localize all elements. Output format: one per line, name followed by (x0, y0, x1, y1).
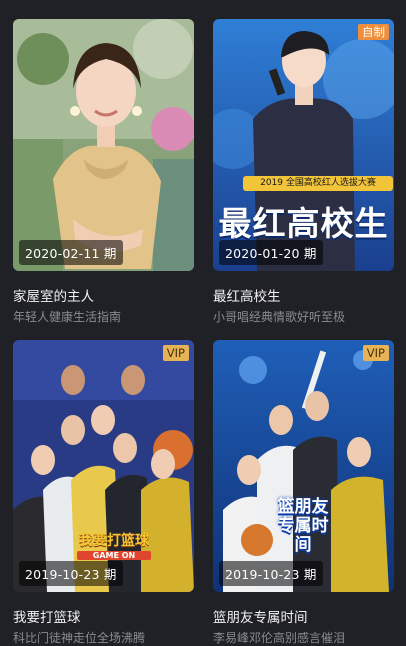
episode-date: 2020-02-11 期 (19, 240, 123, 265)
video-subtitle: 小哥唱经典情歌好听至极 (213, 310, 346, 324)
video-card[interactable]: 自制 2019 全国高校红人选拔大赛 最红高校生 2020-01-20 期 最红… (213, 19, 394, 324)
video-subtitle: 年轻人健康生活指南 (13, 310, 122, 324)
video-thumbnail[interactable]: 2020-02-11 期 (13, 19, 194, 271)
video-thumbnail[interactable]: VIP 篮朋友专属时间 2019-10-23 期 (213, 340, 394, 592)
episode-date: 2020-01-20 期 (219, 240, 323, 265)
badge-self-produced: 自制 (358, 24, 389, 40)
video-subtitle: 科比门徒神走位全场沸腾 (13, 631, 146, 645)
poster-logo-sub: GAME ON (77, 551, 151, 560)
episode-date: 2019-10-23 期 (219, 561, 323, 586)
video-title[interactable]: 篮朋友专属时间 (213, 606, 394, 626)
video-card[interactable]: VIP 篮朋友专属时间 2019-10-23 期 篮朋友专属时间 李易峰邓伦高别… (213, 340, 394, 645)
video-title[interactable]: 家屋室的主人 (13, 285, 194, 305)
poster-logo-title: 我要打篮球 (79, 533, 149, 549)
video-title[interactable]: 我要打篮球 (13, 606, 194, 626)
video-card[interactable]: 2020-02-11 期 家屋室的主人 年轻人健康生活指南 (13, 19, 194, 324)
poster-headline: 最红高校生 (218, 204, 389, 243)
poster-logo: 篮朋友专属时间 (277, 497, 329, 555)
video-thumbnail[interactable]: 自制 2019 全国高校红人选拔大赛 最红高校生 2020-01-20 期 (213, 19, 394, 271)
thumbnail-image (13, 19, 194, 271)
poster-logo: 我要打篮球 GAME ON (77, 530, 151, 560)
video-thumbnail[interactable]: VIP 我要打篮球 GAME ON 2019-10-23 期 (13, 340, 194, 592)
poster-banner: 2019 全国高校红人选拔大赛 (243, 176, 393, 191)
episode-date: 2019-10-23 期 (19, 561, 123, 586)
video-subtitle: 李易峰邓伦高别感言催泪 (213, 631, 346, 645)
badge-vip: VIP (362, 345, 389, 361)
badge-vip: VIP (162, 345, 189, 361)
video-grid: 2020-02-11 期 家屋室的主人 年轻人健康生活指南 自制 2019 全国… (0, 0, 406, 645)
video-card[interactable]: VIP 我要打篮球 GAME ON 2019-10-23 期 我要打篮球 科比门… (13, 340, 194, 645)
video-title[interactable]: 最红高校生 (213, 285, 394, 305)
